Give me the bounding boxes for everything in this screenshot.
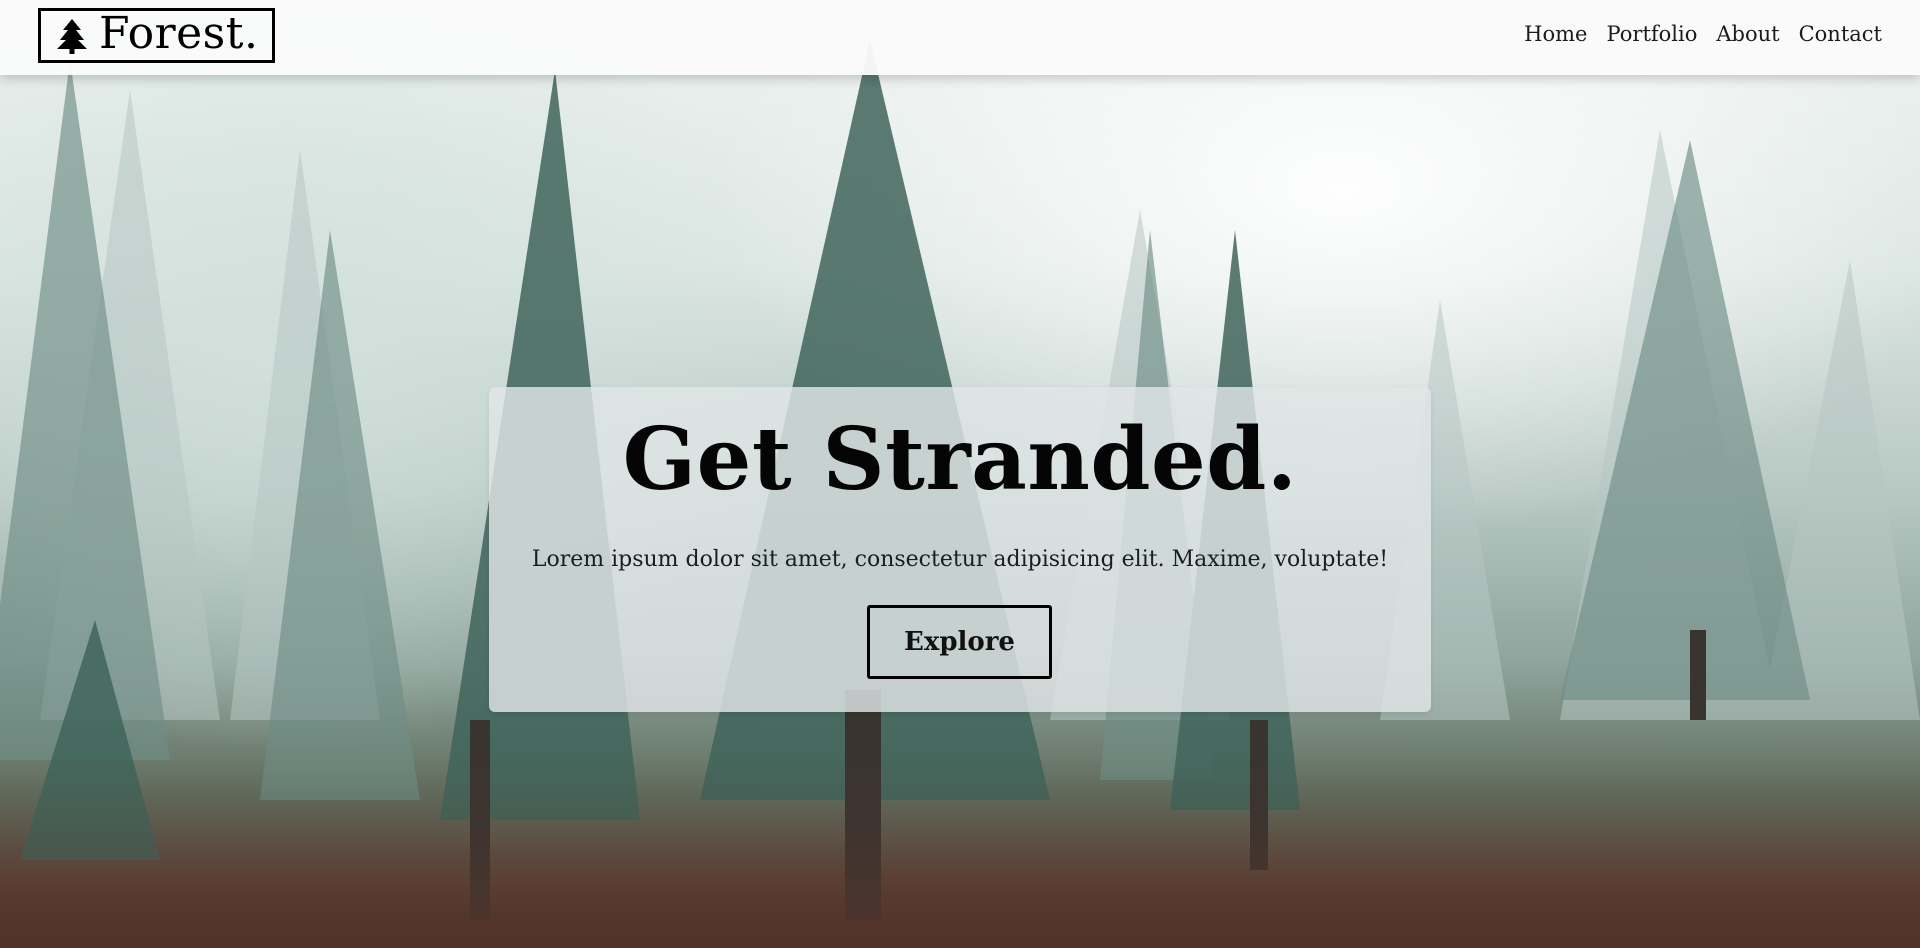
logo-text: Forest. xyxy=(99,7,259,59)
nav-home-link[interactable]: Home xyxy=(1524,22,1587,46)
logo[interactable]: Forest. xyxy=(38,7,276,63)
pine-tree-icon xyxy=(57,18,87,54)
hero-card: Get Stranded. Lorem ipsum dolor sit amet… xyxy=(489,387,1431,712)
nav-about-link[interactable]: About xyxy=(1716,22,1779,46)
main-nav: Home Portfolio About Contact xyxy=(1524,22,1882,46)
hero-subtitle: Lorem ipsum dolor sit amet, consectetur … xyxy=(531,547,1389,572)
nav-portfolio-link[interactable]: Portfolio xyxy=(1606,22,1697,46)
page: Forest. Home Portfolio About Contact Get… xyxy=(0,0,1920,948)
hero-title: Get Stranded. xyxy=(622,409,1298,510)
explore-button[interactable]: Explore xyxy=(867,605,1052,679)
forest-floor xyxy=(0,758,1920,948)
site-header: Forest. Home Portfolio About Contact xyxy=(0,0,1920,75)
nav-contact-link[interactable]: Contact xyxy=(1799,22,1882,46)
